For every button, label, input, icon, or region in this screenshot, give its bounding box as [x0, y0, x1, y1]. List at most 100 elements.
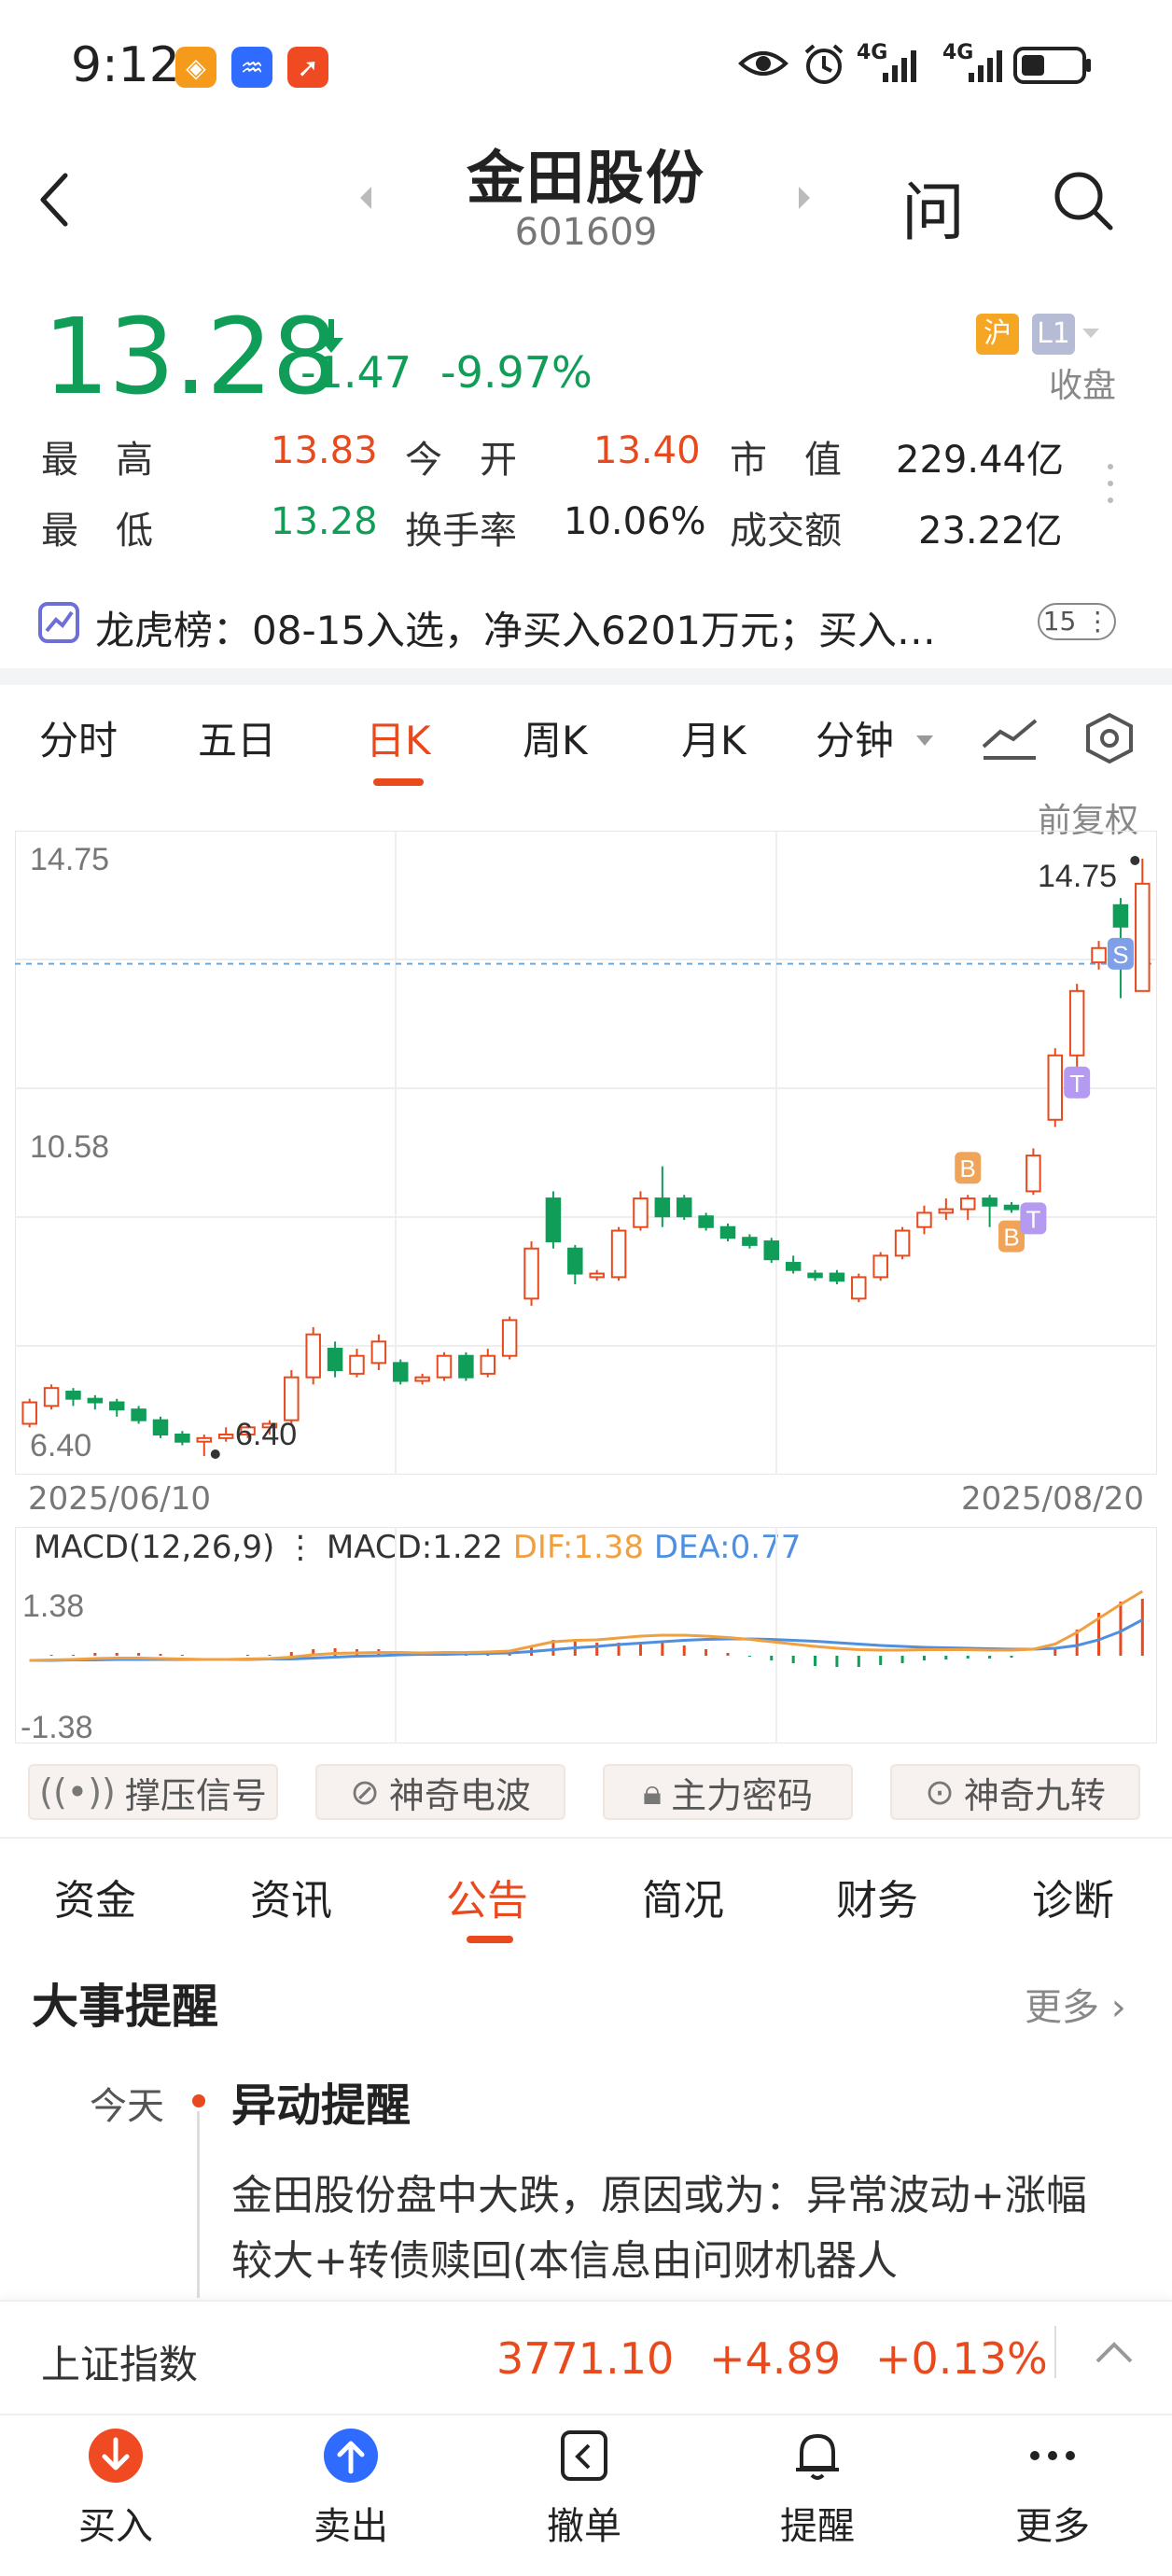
tab-minute[interactable]: 分钟 — [816, 709, 894, 766]
app-notification-icon: ◈ — [175, 47, 216, 88]
bottom-tab-indicator — [467, 1936, 513, 1943]
stat-value-amount: 23.22亿 — [918, 510, 1063, 553]
candle-body — [829, 1272, 845, 1282]
chip-magic-nine[interactable]: ⊙ 神奇九转 — [890, 1764, 1140, 1820]
tab-finance[interactable]: 财务 — [836, 1867, 918, 1926]
chip-main-force[interactable]: 🔒︎ 主力密码 — [603, 1764, 853, 1820]
candle-body — [152, 1419, 169, 1436]
candle-body — [108, 1401, 125, 1411]
bell-icon — [796, 2433, 839, 2480]
minute-dropdown-icon[interactable] — [914, 734, 935, 749]
candle-body — [1135, 882, 1151, 992]
signal-marker-label: T — [1069, 1070, 1084, 1098]
candlestick-chart[interactable]: STBBT 14.75 10.58 6.40 14.75 6.40 — [15, 831, 1157, 1475]
x-axis-end-label: 2025/08/20 — [961, 1480, 1144, 1518]
candle-body — [87, 1397, 104, 1404]
candle-body — [1091, 946, 1107, 964]
signal-marker-label: S — [1112, 941, 1128, 969]
candle-body — [65, 1391, 81, 1400]
cancel-order-icon — [561, 2430, 607, 2481]
tab-profile[interactable]: 简况 — [642, 1867, 724, 1926]
candle-body — [501, 1319, 518, 1357]
chevron-up-icon[interactable] — [1094, 2339, 1135, 2365]
candle-body — [589, 1272, 605, 1279]
events-title: 大事提醒 — [32, 1980, 218, 2034]
stat-label-high: 最 高 — [41, 439, 153, 482]
more-stats-icon[interactable] — [1101, 461, 1120, 508]
tab-announcement[interactable]: 公告 — [446, 1867, 528, 1926]
stat-label-turnover: 换手率 — [405, 510, 517, 553]
event-date: 今天 — [90, 2085, 164, 2128]
candle-body — [610, 1229, 627, 1279]
stat-value-turnover: 10.06% — [564, 500, 706, 543]
search-icon[interactable] — [1051, 168, 1116, 233]
timeline-dot — [192, 2094, 205, 2107]
tab-monthly-k[interactable]: 月K — [681, 709, 746, 766]
nav-alert[interactable]: 提醒 — [715, 2427, 920, 2550]
macd-bars — [49, 1599, 1144, 1667]
candle-body — [436, 1354, 453, 1379]
candle-body — [480, 1354, 496, 1375]
candle-body — [894, 1229, 911, 1257]
sell-arrow-icon — [324, 2429, 378, 2483]
dragon-tiger-text[interactable]: 龙虎榜：08-15入选，净买入6201万元；买入… — [95, 599, 936, 656]
stock-code: 601609 — [514, 211, 658, 254]
tab-five-day[interactable]: 五日 — [198, 709, 276, 766]
event-body[interactable]: 金田股份盘中大跌，原因或为：异常波动+涨幅较大+转债赎回(本信息由问财机器人 — [231, 2163, 1109, 2294]
nav-cancel-order[interactable]: 撤单 — [481, 2427, 687, 2550]
max-dot — [1130, 856, 1140, 865]
event-title[interactable]: 异动提醒 — [231, 2068, 411, 2134]
tab-weekly-k[interactable]: 周K — [523, 709, 588, 766]
chart-candles: STBBT — [21, 856, 1151, 1459]
nav-buy[interactable]: 买入 — [13, 2427, 218, 2550]
candle-body — [872, 1254, 888, 1279]
chip-support-resistance[interactable]: ((•)) 撑压信号 — [28, 1764, 278, 1820]
candle-body — [567, 1247, 583, 1275]
candle-body — [851, 1276, 867, 1300]
y-axis-mid-label: 10.58 — [30, 1129, 109, 1165]
x-axis-start-label: 2025/06/10 — [28, 1480, 211, 1518]
tab-diagnosis[interactable]: 诊断 — [1032, 1867, 1114, 1926]
candle-body — [370, 1340, 387, 1365]
tab-intraday[interactable]: 分时 — [39, 709, 118, 766]
divider — [0, 1837, 1172, 1839]
level-dropdown-icon[interactable] — [1079, 325, 1103, 342]
back-arrow-icon[interactable] — [37, 172, 71, 228]
candle-body — [174, 1434, 190, 1443]
level-badge[interactable]: L1 — [1032, 314, 1075, 355]
candle-body — [698, 1215, 714, 1228]
candle-body — [305, 1333, 321, 1379]
macd-chart[interactable]: 1.38 -1.38 — [15, 1527, 1157, 1743]
index-change: +4.89 — [709, 2333, 841, 2384]
tab-capital[interactable]: 资金 — [54, 1867, 136, 1926]
settings-hexagon-icon[interactable] — [1082, 711, 1137, 765]
market-badge: 沪 — [976, 314, 1019, 355]
timeline-line — [197, 2111, 200, 2298]
radio-wave-icon: ((•)) — [39, 1771, 116, 1813]
next-stock-icon[interactable] — [795, 185, 814, 211]
candle-body — [719, 1225, 736, 1239]
nav-sell[interactable]: 卖出 — [248, 2427, 453, 2550]
prev-stock-icon[interactable] — [356, 185, 375, 211]
candle-body — [414, 1376, 430, 1382]
ask-button[interactable]: 问 — [901, 161, 965, 253]
stat-value-mktcap: 229.44亿 — [896, 439, 1064, 482]
candle-body — [676, 1197, 692, 1218]
candle-body — [916, 1211, 932, 1228]
candle-body — [196, 1436, 213, 1443]
status-bar: 9:12 ◈ ♒ ➚ 4G 4G — [0, 0, 1172, 131]
dragon-tiger-count[interactable]: 15 ⋮ — [1038, 603, 1116, 640]
events-more-link[interactable]: 更多 › — [1025, 1977, 1126, 2031]
nav-more[interactable]: 更多 — [950, 2427, 1155, 2550]
chip-magic-wave[interactable]: ⊘ 神奇电波 — [315, 1764, 565, 1820]
stat-label-amount: 成交额 — [730, 510, 842, 553]
candle-body — [523, 1247, 539, 1300]
current-price: 13.28 — [43, 297, 339, 418]
chart-grid — [15, 831, 1157, 1475]
tab-daily-k[interactable]: 日K — [366, 709, 431, 766]
dif-line — [29, 1589, 1144, 1662]
candle-body — [217, 1434, 234, 1439]
eye-icon — [738, 51, 788, 76]
draw-line-icon[interactable] — [980, 713, 1039, 762]
tab-news[interactable]: 资讯 — [250, 1867, 332, 1926]
